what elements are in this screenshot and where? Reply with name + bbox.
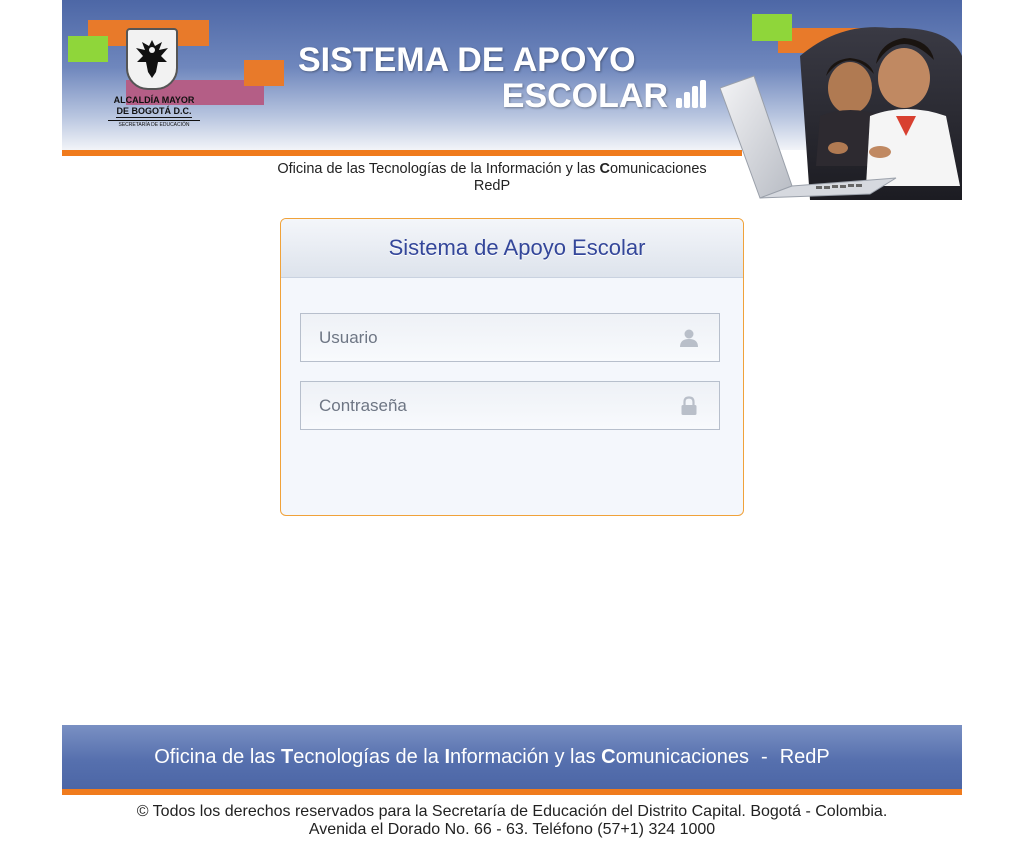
footer-text-cap: T bbox=[280, 745, 294, 768]
footer-separator: - bbox=[761, 745, 768, 768]
bogota-crest-logo bbox=[126, 28, 178, 90]
office-text-part: omunicaciones bbox=[609, 161, 707, 177]
footer-text-part: nformación y las bbox=[450, 745, 602, 768]
office-redp: RedP bbox=[473, 178, 511, 194]
lock-icon bbox=[681, 396, 697, 415]
office-text-part: Oficina de las Tecnologías de la Informa… bbox=[277, 161, 600, 177]
password-input[interactable] bbox=[319, 382, 659, 429]
copyright-notice: © Todos los derechos reservados para la … bbox=[62, 803, 962, 839]
signal-bars-icon bbox=[676, 80, 706, 108]
eagle-icon bbox=[136, 40, 168, 78]
footer-redp: RedP bbox=[779, 745, 830, 768]
copyright-line2: Avenida el Dorado No. 66 - 63. Teléfono … bbox=[308, 821, 716, 838]
alcaldia-logo-text: ALCALDÍA MAYOR DE BOGOTÁ D.C. SECRETARÍA… bbox=[108, 95, 200, 129]
footer-text-cap: C bbox=[601, 745, 616, 768]
footer-text-part: Oficina de las bbox=[154, 745, 281, 768]
username-input[interactable] bbox=[319, 314, 659, 361]
footer-orange-line bbox=[62, 789, 962, 795]
footer-text-part: ecnologías de la bbox=[293, 745, 445, 768]
user-icon bbox=[680, 329, 698, 347]
children-laptop-photo bbox=[720, 27, 962, 200]
copyright-line1: © Todos los derechos reservados para la … bbox=[136, 803, 888, 820]
footer-office-text: Oficina de las Tecnologías de la Informa… bbox=[62, 725, 922, 789]
username-field[interactable] bbox=[300, 313, 720, 362]
password-field[interactable] bbox=[300, 381, 720, 430]
header-orange-line bbox=[62, 150, 742, 156]
decorative-orange-block bbox=[244, 60, 284, 86]
system-title-line2: ESCOLAR bbox=[501, 77, 668, 115]
office-subtitle: Oficina de las Tecnologías de la Informa… bbox=[254, 161, 730, 195]
logo-line1: ALCALDÍA MAYOR bbox=[113, 95, 195, 105]
login-panel: Sistema de Apoyo Escolar bbox=[280, 218, 744, 516]
logo-line2: DE BOGOTÁ D.C. bbox=[116, 106, 192, 118]
office-text-cap: C bbox=[599, 161, 610, 177]
logo-line3: SECRETARÍA DE EDUCACIÓN bbox=[108, 120, 200, 129]
login-panel-header: Sistema de Apoyo Escolar bbox=[281, 219, 743, 278]
system-title: SISTEMA DE APOYO ESCOLAR bbox=[298, 42, 708, 114]
decorative-green-block bbox=[68, 36, 108, 62]
system-title-line1: SISTEMA DE APOYO bbox=[298, 41, 636, 79]
login-title: Sistema de Apoyo Escolar bbox=[388, 235, 646, 260]
footer-text-part: omunicaciones bbox=[615, 745, 750, 768]
